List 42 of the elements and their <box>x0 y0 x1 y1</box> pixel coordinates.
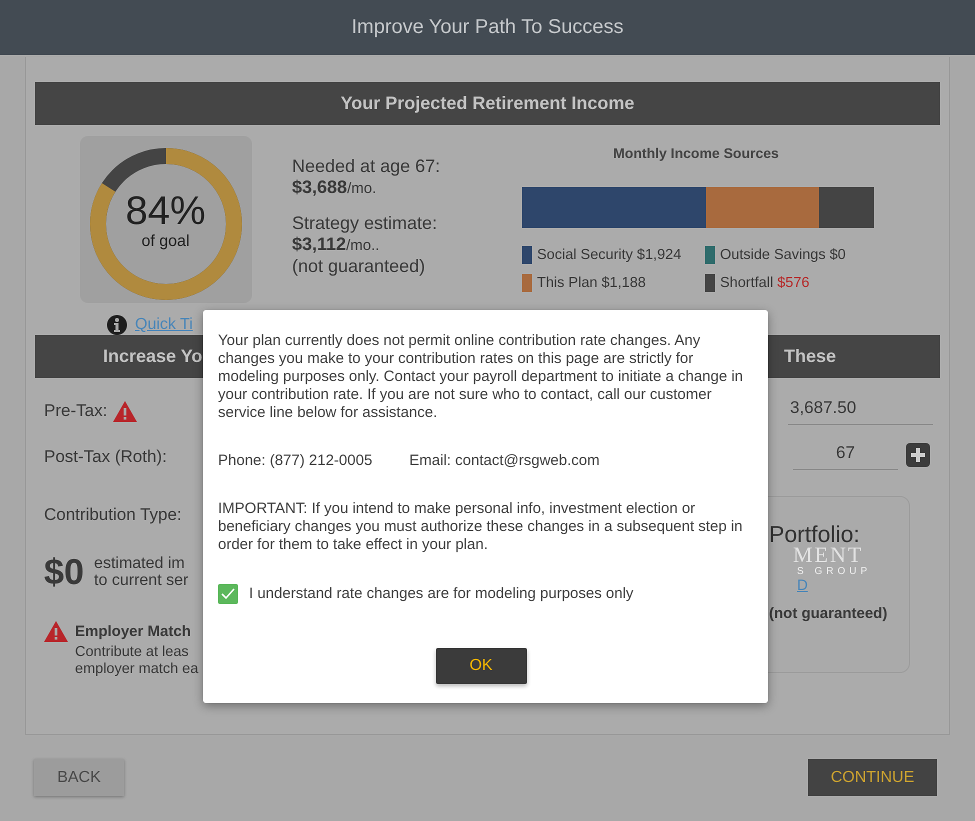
estimate-note: (not guaranteed) <box>292 256 426 277</box>
back-button[interactable]: BACK <box>34 759 124 796</box>
checkbox[interactable] <box>218 584 238 604</box>
ok-button[interactable]: OK <box>436 648 526 684</box>
legend-label: This Plan $1,188 <box>537 275 646 291</box>
field-label: Contribution Type: <box>44 505 182 525</box>
employer-match-text: Contribute at leas employer match ea <box>75 644 198 678</box>
continue-button[interactable]: CONTINUE <box>808 759 937 796</box>
retirement-age-field[interactable]: 67 <box>793 439 898 470</box>
field-label: Post-Tax (Roth): <box>44 447 167 467</box>
employer-match-title: Employer Match <box>75 623 191 640</box>
impact-text: estimated im to current ser <box>94 555 188 589</box>
checkbox-label: I understand rate changes are for modeling purposes only <box>249 585 634 603</box>
phone-text: Phone: (877) 212-0005 <box>218 452 372 470</box>
email-text: Email: contact@rsgweb.com <box>409 452 600 470</box>
estimate-label: Strategy estimate: <box>292 213 438 234</box>
legend-label: Social Security $1,924 <box>537 247 682 263</box>
needed-amount: $3,688/mo. <box>292 177 378 199</box>
important-message: IMPORTANT: If you intend to make personal info, investment election or beneficiary changes you must authorize these changes in a subsequent step in order for them to take effect in your plan. <box>218 500 744 554</box>
page-title: Improve Your Path To Success <box>351 16 624 39</box>
income-goal-field[interactable]: 3,687.50 <box>788 394 933 425</box>
portfolio-note: (not guaranteed) <box>769 605 888 622</box>
section-title: Your Projected Retirement Income <box>340 93 634 114</box>
chart-title: Monthly Income Sources <box>612 145 780 161</box>
field-label: Pre-Tax: <box>44 401 108 421</box>
section-title: These <box>784 346 837 367</box>
impact-amount: $0 <box>44 551 84 593</box>
notice-message: Your plan currently does not permit online contribution rate changes. Any changes you make to your contribution rates on this page are strictly for modeling purposes only. Contact your payroll department to initiate a change in your contribution rate. If you are not sure who to contact, call our customer service line below for assistance. <box>218 332 744 422</box>
goal-caption: of goal <box>141 232 190 250</box>
warning-icon <box>113 400 138 422</box>
logo-subtext: S GROUP <box>797 566 872 577</box>
info-icon <box>107 315 127 335</box>
plus-button[interactable] <box>906 442 930 466</box>
goal-percent: 84% <box>125 188 206 232</box>
check-icon <box>221 588 235 600</box>
estimate-amount: $3,112/mo.. <box>292 234 380 256</box>
legend-label: Outside Savings $0 <box>720 247 846 263</box>
warning-icon <box>44 621 68 642</box>
plus-icon <box>911 448 925 462</box>
needed-label: Needed at age 67: <box>292 156 442 177</box>
section-title: Increase Yo <box>102 346 202 367</box>
legend-label: Shortfall $576 <box>720 275 810 291</box>
